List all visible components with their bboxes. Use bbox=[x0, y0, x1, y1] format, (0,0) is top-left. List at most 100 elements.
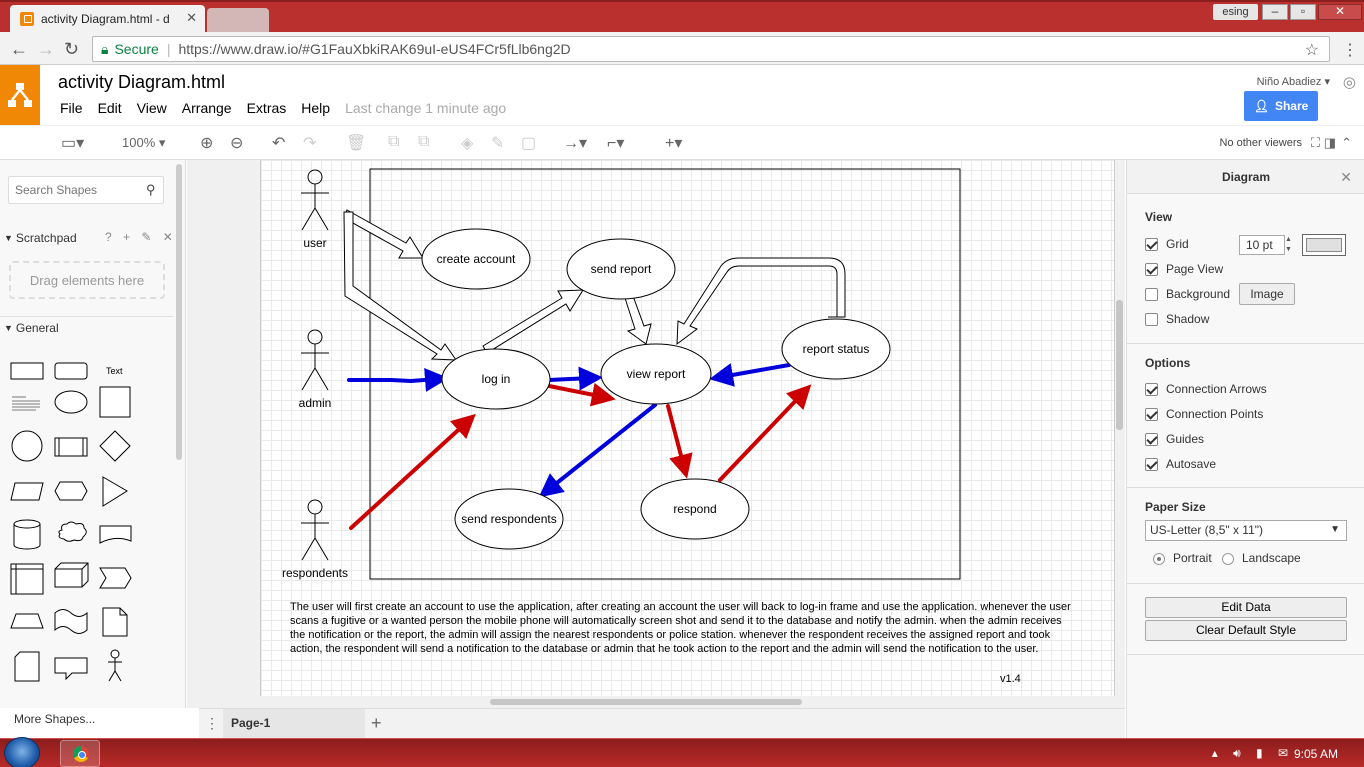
arrow-view-report-respond[interactable] bbox=[666, 404, 693, 479]
text-shape[interactable]: Text bbox=[106, 366, 123, 376]
callout-shape[interactable] bbox=[54, 657, 88, 681]
actor-admin[interactable] bbox=[301, 329, 329, 391]
shadow-checkbox[interactable]: Shadow bbox=[1145, 312, 1209, 326]
radio-selected[interactable] bbox=[1153, 552, 1165, 565]
general-header[interactable]: ▼ General bbox=[0, 316, 174, 338]
actor-respondents[interactable] bbox=[301, 499, 329, 561]
diagram-canvas[interactable]: user admin respondents create account se… bbox=[187, 160, 1125, 708]
menu-view[interactable]: View bbox=[137, 100, 167, 116]
panel-toggle-icon[interactable]: ◨ bbox=[1324, 135, 1336, 151]
landscape-radio[interactable]: Landscape bbox=[1222, 551, 1301, 565]
menu-help[interactable]: Help bbox=[301, 100, 330, 116]
background-image-button[interactable]: Image bbox=[1239, 283, 1295, 305]
menu-arrange[interactable]: Arrange bbox=[182, 100, 232, 116]
clear-default-style-button[interactable]: Clear Default Style bbox=[1145, 620, 1347, 641]
url-bar[interactable]: 🔒︎ Secure | https://www.draw.io/#G1FauXb… bbox=[92, 36, 1330, 62]
line-color-icon[interactable]: ✎ bbox=[491, 133, 504, 153]
scratchpad-actions[interactable]: ? + ✎ ✕ bbox=[105, 230, 177, 244]
cloud-shape[interactable] bbox=[58, 521, 87, 542]
menu-file[interactable]: File bbox=[60, 100, 83, 116]
triangle-shape[interactable] bbox=[102, 476, 128, 507]
arrow-admin-log-in[interactable] bbox=[347, 367, 449, 392]
tab-close-icon[interactable]: ✕ bbox=[186, 10, 197, 26]
radio-unselected[interactable] bbox=[1222, 552, 1234, 565]
insert-plus-icon[interactable]: +▾ bbox=[665, 133, 682, 153]
background-checkbox[interactable]: Background bbox=[1145, 287, 1230, 301]
zoom-out-icon[interactable]: ⊖ bbox=[230, 133, 243, 153]
arrow-log-in-view-report[interactable] bbox=[547, 366, 603, 391]
square-shape[interactable] bbox=[99, 386, 131, 418]
share-button[interactable]: 👤︎ Share bbox=[1244, 91, 1318, 121]
process-shape[interactable] bbox=[54, 437, 88, 457]
checkbox-unchecked[interactable] bbox=[1145, 312, 1158, 326]
arrow-view-report-send-respondents[interactable] bbox=[538, 403, 657, 498]
sidebar-scrollbar[interactable] bbox=[176, 164, 182, 460]
tape-shape[interactable] bbox=[54, 609, 88, 634]
reload-icon[interactable]: ↻ bbox=[64, 39, 79, 60]
checkbox-checked[interactable] bbox=[1145, 432, 1158, 446]
minimize-icon[interactable]: – bbox=[1262, 4, 1288, 20]
document-title[interactable]: activity Diagram.html bbox=[58, 72, 225, 93]
page-view-checkbox[interactable]: Page View bbox=[1145, 262, 1223, 276]
drawio-logo[interactable] bbox=[0, 65, 40, 125]
arrow-respond-report-status[interactable] bbox=[718, 384, 812, 482]
more-shapes-link[interactable]: More Shapes... bbox=[14, 712, 95, 726]
scratchpad-dropzone[interactable]: Drag elements here bbox=[9, 261, 165, 299]
actor-user[interactable] bbox=[301, 169, 329, 231]
maximize-icon[interactable]: ▫ bbox=[1290, 4, 1316, 20]
to-back-icon[interactable]: ⧉ bbox=[418, 133, 429, 151]
arrow-send-report-view-report[interactable] bbox=[624, 295, 652, 345]
fullscreen-icon[interactable]: ⛶ bbox=[1311, 135, 1320, 151]
taskbar-chrome-button[interactable] bbox=[60, 740, 100, 767]
checkbox-checked[interactable] bbox=[1145, 237, 1158, 251]
waypoints-icon[interactable]: ⌐▾ bbox=[607, 133, 624, 153]
connection-arrows-checkbox[interactable]: Connection Arrows bbox=[1145, 382, 1267, 396]
internal-storage-shape[interactable] bbox=[10, 563, 44, 595]
circle-shape[interactable] bbox=[11, 430, 43, 462]
cube-shape[interactable] bbox=[54, 562, 89, 588]
grid-size-stepper[interactable]: ▲ ▼ bbox=[1285, 235, 1295, 255]
diagram-description-text[interactable]: The user will first create an account to… bbox=[290, 600, 1080, 656]
arrow-user-log-in[interactable] bbox=[343, 211, 457, 361]
canvas-vertical-scrollbar[interactable] bbox=[1116, 300, 1123, 430]
note-shape[interactable] bbox=[102, 607, 128, 637]
autosave-checkbox[interactable]: Autosave bbox=[1145, 457, 1216, 471]
start-button[interactable] bbox=[4, 737, 40, 767]
fill-color-icon[interactable]: ◈ bbox=[461, 133, 473, 153]
trapezoid-shape[interactable] bbox=[10, 613, 44, 629]
menu-extras[interactable]: Extras bbox=[247, 100, 287, 116]
diamond-shape[interactable] bbox=[99, 430, 131, 462]
arrow-report-status-view-report-blue[interactable] bbox=[709, 363, 791, 387]
rectangle-shape[interactable] bbox=[10, 362, 44, 380]
checkbox-checked[interactable] bbox=[1145, 407, 1158, 421]
hexagon-shape[interactable] bbox=[54, 481, 88, 501]
undo-icon[interactable]: ↶ bbox=[272, 133, 285, 153]
forward-icon[interactable]: → bbox=[37, 39, 55, 60]
cylinder-shape[interactable] bbox=[13, 519, 41, 550]
system-tray-icons[interactable]: ▴ 🔊︎ ▮ ✉ bbox=[1212, 746, 1294, 761]
tab-page-1[interactable]: Page-1 bbox=[223, 709, 365, 739]
last-change-status[interactable]: Last change 1 minute ago bbox=[345, 100, 506, 116]
actor-shape[interactable] bbox=[108, 649, 122, 682]
close-icon[interactable]: ✕ bbox=[1340, 169, 1352, 186]
checkbox-checked[interactable] bbox=[1145, 262, 1158, 276]
grid-checkbox[interactable]: Grid bbox=[1145, 237, 1189, 251]
browser-menu-icon[interactable]: ⋮ bbox=[1342, 40, 1358, 60]
rounded-rectangle-shape[interactable] bbox=[54, 362, 88, 380]
add-page-icon[interactable]: + bbox=[371, 713, 382, 734]
diagram-page[interactable]: user admin respondents create account se… bbox=[260, 160, 1115, 696]
grid-color-swatch[interactable] bbox=[1302, 234, 1346, 256]
paper-size-select[interactable]: US-Letter (8,5" x 11") ▼ bbox=[1145, 520, 1347, 541]
canvas-horizontal-scrollbar[interactable] bbox=[490, 699, 802, 705]
checkbox-unchecked[interactable] bbox=[1145, 287, 1158, 301]
bookmark-star-icon[interactable]: ☆ bbox=[1305, 40, 1319, 60]
browser-tab-active[interactable]: activity Diagram.html - d ✕ bbox=[10, 5, 205, 32]
zoom-dropdown[interactable]: 100% ▾ bbox=[122, 135, 165, 151]
delete-icon[interactable]: 🗑︎ bbox=[346, 133, 366, 153]
search-shapes-input[interactable] bbox=[8, 176, 164, 204]
zoom-in-icon[interactable]: ⊕ bbox=[200, 133, 213, 153]
connection-style-icon[interactable]: →▾ bbox=[563, 133, 587, 153]
arrow-user-create-account[interactable] bbox=[343, 209, 424, 259]
document-shape[interactable] bbox=[99, 525, 132, 544]
checkbox-checked[interactable] bbox=[1145, 457, 1158, 471]
